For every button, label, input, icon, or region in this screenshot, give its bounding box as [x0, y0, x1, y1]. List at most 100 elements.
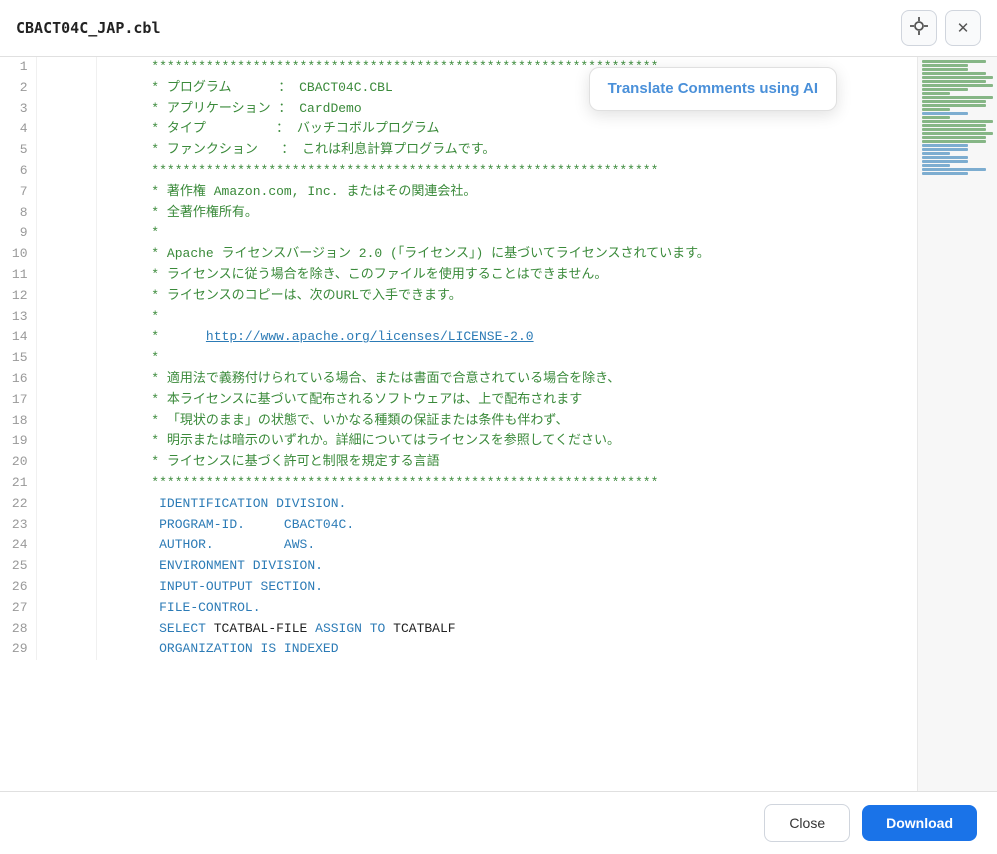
line-number: 8 — [0, 203, 36, 224]
table-row: 9 * — [0, 223, 917, 244]
line-number: 20 — [0, 452, 36, 473]
line-code: * 明示または暗示のいずれか。詳細についてはライセンスを参照してください。 — [96, 431, 917, 452]
minimap-line — [922, 72, 986, 75]
table-row: 6 **************************************… — [0, 161, 917, 182]
minimap-line — [922, 156, 968, 159]
minimap-line — [922, 68, 968, 71]
line-number: 15 — [0, 348, 36, 369]
minimap-line — [922, 136, 986, 139]
line-number: 29 — [0, 639, 36, 660]
line-number: 12 — [0, 286, 36, 307]
line-code: * 適用法で義務付けられている場合、または書面で合意されている場合を除き、 — [96, 369, 917, 390]
table-row: 12 * ライセンスのコピーは、次のURLで入手できます。 — [0, 286, 917, 307]
line-code: INPUT-OUTPUT SECTION. — [96, 577, 917, 598]
line-gutter — [36, 515, 96, 536]
line-gutter — [36, 431, 96, 452]
line-number: 23 — [0, 515, 36, 536]
table-row: 17 * 本ライセンスに基づいて配布されるソフトウェアは、上で配布されます — [0, 390, 917, 411]
minimap-line — [922, 164, 950, 167]
table-row: 11 * ライセンスに従う場合を除き、このファイルを使用することはできません。 — [0, 265, 917, 286]
line-number: 14 — [0, 327, 36, 348]
table-row: 23 PROGRAM-ID. CBACT04C. — [0, 515, 917, 536]
minimap-line — [922, 120, 993, 123]
line-number: 2 — [0, 78, 36, 99]
line-number: 19 — [0, 431, 36, 452]
line-number: 4 — [0, 119, 36, 140]
line-gutter — [36, 390, 96, 411]
table-row: 25 ENVIRONMENT DIVISION. — [0, 556, 917, 577]
line-code: * — [96, 348, 917, 369]
table-row: 8 * 全著作権所有。 — [0, 203, 917, 224]
minimap-line — [922, 88, 968, 91]
minimap-line — [922, 60, 986, 63]
minimap-line — [922, 124, 986, 127]
line-code: * タイプ ： バッチコボルプログラム — [96, 119, 917, 140]
line-gutter — [36, 598, 96, 619]
line-number: 9 — [0, 223, 36, 244]
line-number: 27 — [0, 598, 36, 619]
line-code: ENVIRONMENT DIVISION. — [96, 556, 917, 577]
minimap-line — [922, 112, 968, 115]
line-gutter — [36, 265, 96, 286]
line-gutter — [36, 619, 96, 640]
table-row: 4 * タイプ ： バッチコボルプログラム — [0, 119, 917, 140]
minimap-lines — [918, 57, 997, 178]
line-number: 11 — [0, 265, 36, 286]
table-row: 10 * Apache ライセンスバージョン 2.0 (「ライセンス」) に基づ… — [0, 244, 917, 265]
header-actions: ✕ — [901, 10, 981, 46]
crosshair-button[interactable] — [901, 10, 937, 46]
line-number: 28 — [0, 619, 36, 640]
line-gutter — [36, 203, 96, 224]
line-number: 24 — [0, 535, 36, 556]
line-code: * 本ライセンスに基づいて配布されるソフトウェアは、上で配布されます — [96, 390, 917, 411]
crosshair-icon — [910, 17, 928, 40]
line-gutter — [36, 161, 96, 182]
table-row: 14 * http://www.apache.org/licenses/LICE… — [0, 327, 917, 348]
minimap-line — [922, 76, 993, 79]
table-row: 15 * — [0, 348, 917, 369]
close-footer-button[interactable]: Close — [764, 804, 850, 842]
translate-tooltip: Translate Comments using AI — [589, 67, 837, 111]
minimap-line — [922, 128, 986, 131]
table-row: 27 FILE-CONTROL. — [0, 598, 917, 619]
table-row: 20 * ライセンスに基づく許可と制限を規定する言語 — [0, 452, 917, 473]
close-button[interactable]: ✕ — [945, 10, 981, 46]
line-code: * http://www.apache.org/licenses/LICENSE… — [96, 327, 917, 348]
modal-footer: Close Download — [0, 791, 997, 854]
minimap-line — [922, 116, 950, 119]
minimap-line — [922, 100, 986, 103]
minimap-line — [922, 172, 968, 175]
line-gutter — [36, 494, 96, 515]
line-gutter — [36, 535, 96, 556]
table-row: 16 * 適用法で義務付けられている場合、または書面で合意されている場合を除き、 — [0, 369, 917, 390]
line-gutter — [36, 452, 96, 473]
minimap-line — [922, 140, 986, 143]
download-button[interactable]: Download — [862, 805, 977, 841]
line-gutter — [36, 78, 96, 99]
minimap-line — [922, 108, 950, 111]
minimap-line — [922, 148, 968, 151]
modal-header: CBACT04C_JAP.cbl ✕ — [0, 0, 997, 57]
line-gutter — [36, 223, 96, 244]
line-gutter — [36, 556, 96, 577]
line-gutter — [36, 577, 96, 598]
code-table: 1 **************************************… — [0, 57, 917, 660]
line-number: 13 — [0, 307, 36, 328]
line-code: PROGRAM-ID. CBACT04C. — [96, 515, 917, 536]
close-icon: ✕ — [957, 19, 970, 37]
line-gutter — [36, 182, 96, 203]
minimap — [917, 57, 997, 791]
minimap-line — [922, 152, 950, 155]
table-row: 29 ORGANIZATION IS INDEXED — [0, 639, 917, 660]
minimap-line — [922, 64, 968, 67]
line-gutter — [36, 286, 96, 307]
line-gutter — [36, 99, 96, 120]
license-link[interactable]: http://www.apache.org/licenses/LICENSE-2… — [206, 329, 534, 344]
minimap-line — [922, 168, 986, 171]
line-code: * — [96, 223, 917, 244]
line-gutter — [36, 244, 96, 265]
code-area[interactable]: Translate Comments using AI 1 **********… — [0, 57, 917, 791]
table-row: 18 * 「現状のまま」の状態で、いかなる種類の保証または条件も伴わず、 — [0, 411, 917, 432]
line-number: 26 — [0, 577, 36, 598]
table-row: 5 * ファンクション ： これは利息計算プログラムです。 — [0, 140, 917, 161]
